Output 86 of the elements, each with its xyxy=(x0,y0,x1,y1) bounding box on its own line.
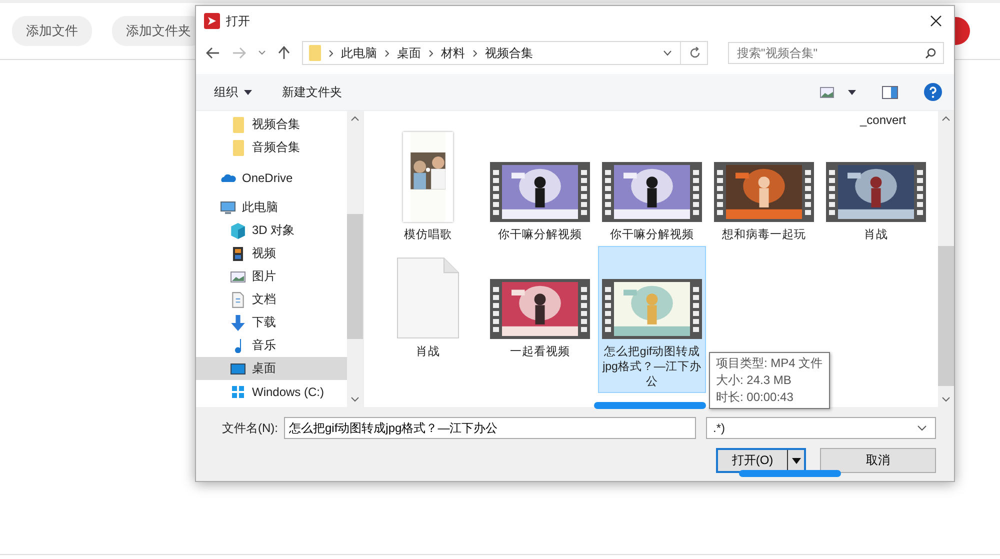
folder-icon xyxy=(309,45,321,61)
scroll-down-icon[interactable] xyxy=(942,397,950,402)
file-item[interactable]: 模仿唱歌 xyxy=(374,129,482,246)
filename-label: 文件名(N): xyxy=(222,420,278,436)
dropdown-caret-icon[interactable] xyxy=(663,50,672,56)
file-item[interactable]: 一起看视频 xyxy=(486,246,594,393)
play-logo-icon xyxy=(204,13,220,29)
file-type-dropdown[interactable]: .*) xyxy=(706,417,936,439)
chevron-icon xyxy=(473,50,477,56)
address-bar[interactable]: 此电脑 桌面 材料 视频合集 xyxy=(302,41,708,65)
file-item[interactable]: 肖战 xyxy=(822,129,930,246)
sidebar-item[interactable]: 此电脑 xyxy=(196,196,347,219)
sidebar-item[interactable]: 音频合集 xyxy=(196,136,347,159)
scrollbar[interactable] xyxy=(347,111,363,407)
back-icon[interactable] xyxy=(206,47,220,59)
file-name: 怎么把gif动图转成jpg格式？—江下办公 xyxy=(601,345,702,390)
file-item[interactable]: 你干嘛分解视频 xyxy=(486,129,594,246)
chevron-icon xyxy=(429,50,433,56)
chevron-icon xyxy=(385,50,389,56)
scroll-up-icon[interactable] xyxy=(942,116,950,121)
sidebar-item[interactable]: 图片 xyxy=(196,265,347,288)
caret-icon xyxy=(244,90,252,94)
breadcrumb-item[interactable]: 桌面 xyxy=(397,44,421,62)
film-icon xyxy=(230,246,246,262)
sidebar-item[interactable]: 桌面 xyxy=(196,357,347,380)
help-icon[interactable] xyxy=(924,83,942,101)
view-caret-icon[interactable] xyxy=(848,90,856,94)
file-name: 模仿唱歌 xyxy=(403,228,453,243)
filename-field[interactable]: 怎么把gif动图转成jpg格式？—江下办公 xyxy=(284,417,696,439)
tooltip-line: 大小: 24.3 MB xyxy=(716,372,792,389)
file-name: 一起看视频 xyxy=(509,345,571,360)
tooltip-line: 项目类型: MP4 文件 xyxy=(716,355,823,372)
open-button[interactable]: 打开(O) xyxy=(718,450,788,471)
file-item[interactable]: 肖战 xyxy=(374,246,482,393)
cube-icon xyxy=(230,222,246,238)
folder-icon xyxy=(232,116,244,132)
scroll-down-icon[interactable] xyxy=(351,397,359,402)
breadcrumb-item[interactable]: 此电脑 xyxy=(341,44,377,62)
app-button[interactable]: 添加文件 xyxy=(12,16,92,46)
sidebar-item[interactable]: 视频合集 xyxy=(196,113,347,136)
file-item[interactable]: 怎么把gif动图转成jpg格式？—江下办公 xyxy=(598,246,706,393)
dialog-title: 打开 xyxy=(226,12,250,30)
file-name: 你干嘛分解视频 xyxy=(609,228,695,243)
preview-pane-icon[interactable] xyxy=(882,86,898,98)
dropdown-caret-icon xyxy=(917,425,927,431)
sidebar-item[interactable]: 视频 xyxy=(196,242,347,265)
new-folder-button[interactable]: 新建文件夹 xyxy=(274,82,350,102)
file-name: _convert xyxy=(860,113,906,127)
sidebar-item[interactable]: 3D 对象 xyxy=(196,219,347,242)
close-icon[interactable] xyxy=(930,15,942,27)
scroll-up-icon[interactable] xyxy=(351,116,359,121)
image-icon xyxy=(230,268,246,284)
organize-menu[interactable]: 组织 xyxy=(206,82,260,102)
history-caret-icon[interactable] xyxy=(258,50,266,56)
search-icon xyxy=(925,48,936,59)
open-options-button[interactable] xyxy=(788,450,804,471)
scrollbar[interactable] xyxy=(938,111,954,407)
file-name: 你干嘛分解视频 xyxy=(497,228,583,243)
sidebar-item[interactable]: 下载 xyxy=(196,311,347,334)
monitor-icon xyxy=(220,200,236,216)
sidebar-item[interactable]: Windows (C:) xyxy=(196,380,347,403)
cancel-button[interactable]: 取消 xyxy=(820,448,936,473)
breadcrumb-item[interactable]: 视频合集 xyxy=(485,44,533,62)
desktop-icon xyxy=(230,360,246,376)
up-icon[interactable] xyxy=(278,46,290,60)
chevron-icon xyxy=(329,50,333,56)
blank-file-icon xyxy=(397,257,459,339)
file-name: 想和病毒一起玩 xyxy=(721,228,807,243)
file-name: 肖战 xyxy=(415,345,441,360)
search-field[interactable]: 搜索"视频合集" xyxy=(728,42,944,64)
breadcrumb-item[interactable]: 材料 xyxy=(441,44,465,62)
tooltip-line: 时长: 00:00:43 xyxy=(716,389,794,406)
file-item[interactable]: 想和病毒一起玩 xyxy=(710,129,818,246)
file-name: 肖战 xyxy=(863,228,889,243)
refresh-icon[interactable] xyxy=(689,47,701,59)
file-item[interactable]: 你干嘛分解视频 xyxy=(598,129,706,246)
sidebar-item[interactable]: 文档 xyxy=(196,288,347,311)
caret-icon xyxy=(792,458,800,464)
view-icon[interactable] xyxy=(820,86,834,98)
sidebar-item[interactable]: OneDrive xyxy=(196,166,347,189)
document-icon xyxy=(230,292,246,308)
music-note-icon xyxy=(235,338,241,352)
download-icon xyxy=(230,314,246,330)
sidebar-item[interactable]: 音乐 xyxy=(196,334,347,357)
windows-drive-icon xyxy=(230,384,246,400)
folder-icon xyxy=(232,140,244,156)
